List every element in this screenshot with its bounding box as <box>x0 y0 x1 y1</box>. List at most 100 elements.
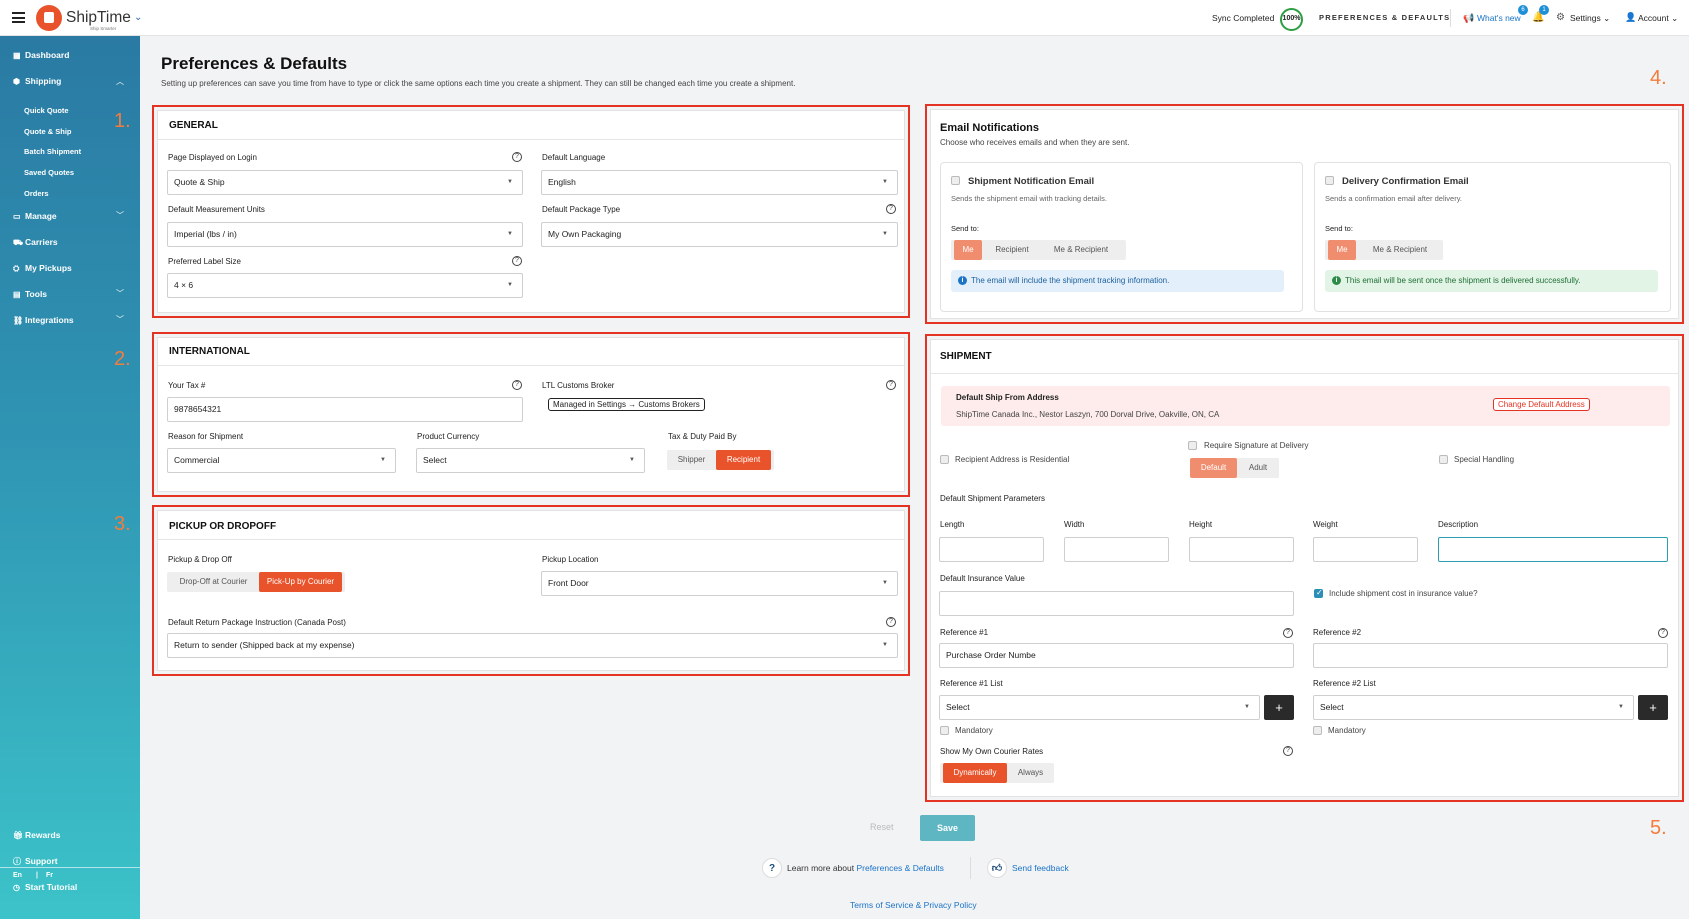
rates-always[interactable]: Always <box>1010 763 1051 783</box>
residential-checkbox[interactable] <box>940 455 949 464</box>
ref2-input[interactable] <box>1313 643 1668 668</box>
lang-fr[interactable]: Fr <box>46 872 53 879</box>
sidebar-item-shipping[interactable]: ⬢ Shipping <box>13 76 61 86</box>
sidebar-item-carriers[interactable]: ⛟ Carriers <box>13 237 58 248</box>
brand-name[interactable]: ShipTime <box>66 9 131 27</box>
sidebar-subitem-orders[interactable]: Orders <box>24 189 49 198</box>
currency-select[interactable]: Select ▼ <box>416 448 645 473</box>
annotation-3: 3. <box>114 513 131 535</box>
help-icon[interactable]: ? <box>886 204 896 214</box>
help-icon[interactable]: ? <box>512 380 522 390</box>
sidebar-subitem-saved-quotes[interactable]: Saved Quotes <box>24 168 74 177</box>
chevron-down-icon[interactable]: ﹀ <box>116 210 124 221</box>
ref1-list-select[interactable]: Select ▼ <box>939 695 1260 720</box>
units-select[interactable]: Imperial (lbs / in) ▼ <box>167 222 523 247</box>
sidebar-item-rewards[interactable]: 🎁︎ Rewards <box>13 830 60 840</box>
ref1-input[interactable]: Purchase Order Numbe <box>939 643 1294 668</box>
sidebar-item-start-tutorial[interactable]: ◷ Start Tutorial <box>13 882 77 892</box>
return-instruction-select[interactable]: Return to sender (Shipped back at my exp… <box>167 633 898 658</box>
sidebar-item-my-pickups[interactable]: ⛭ My Pickups <box>13 263 72 274</box>
signature-checkbox[interactable] <box>1188 441 1197 450</box>
sidebar-item-dashboard[interactable]: ▦ Dashboard <box>13 50 69 60</box>
help-icon[interactable]: ? <box>512 152 522 162</box>
insurance-input[interactable] <box>939 591 1294 616</box>
terms-link[interactable]: Terms of Service & Privacy Policy <box>850 900 977 910</box>
whats-new-link[interactable]: What's new <box>1477 13 1521 23</box>
sidebar-item-support[interactable]: ⓘ Support <box>13 856 58 867</box>
broker-settings-chip[interactable]: Managed in Settings → Customs Brokers <box>548 398 705 411</box>
chevron-down-icon[interactable]: ﹀ <box>116 314 124 325</box>
reason-select[interactable]: Commercial ▼ <box>167 448 396 473</box>
send-to-recipient[interactable]: Recipient <box>987 240 1037 260</box>
dropdown-caret-icon: ▼ <box>1618 704 1624 710</box>
truck-icon: ⛟ <box>13 238 24 247</box>
email-subtitle: Choose who receives emails and when they… <box>940 138 1130 147</box>
help-icon[interactable]: ? <box>1658 628 1668 638</box>
send-to-me-recipient[interactable]: Me & Recipient <box>1359 240 1441 260</box>
gear-icon[interactable]: ⚙ <box>1556 12 1565 23</box>
ref2-mandatory-checkbox[interactable] <box>1313 726 1322 735</box>
ref2-list-select[interactable]: Select ▼ <box>1313 695 1634 720</box>
delivery-email-info: i This email will be sent once the shipme… <box>1325 270 1658 292</box>
shiptime-logo[interactable] <box>36 5 62 31</box>
width-input[interactable] <box>1064 537 1169 562</box>
sidebar-item-tools[interactable]: ▤ Tools <box>13 289 47 299</box>
ref1-mandatory-checkbox[interactable] <box>940 726 949 735</box>
change-address-button[interactable]: Change Default Address <box>1493 398 1590 411</box>
special-handling-checkbox[interactable] <box>1439 455 1448 464</box>
tax-label: Your Tax # <box>168 381 206 390</box>
help-icon[interactable]: ? <box>1283 746 1293 756</box>
chevron-down-icon[interactable]: ﹀ <box>116 288 124 299</box>
chevron-up-icon[interactable]: ︿ <box>116 76 124 87</box>
card-header: SHIPMENT <box>931 340 1678 374</box>
ref2-list-label: Reference #2 List <box>1313 679 1376 688</box>
label-size-select[interactable]: 4 × 6 ▼ <box>167 273 523 298</box>
settings-menu[interactable]: Settings ⌄ <box>1570 13 1610 24</box>
user-icon[interactable]: 👤 <box>1625 12 1636 23</box>
option-pick-up[interactable]: Pick-Up by Courier <box>259 572 342 592</box>
height-input[interactable] <box>1189 537 1294 562</box>
pickup-location-select[interactable]: Front Door ▼ <box>541 571 898 596</box>
weight-input[interactable] <box>1313 537 1418 562</box>
include-cost-checkbox[interactable] <box>1314 588 1323 598</box>
help-icon[interactable]: ? <box>1283 628 1293 638</box>
sidebar-subitem-batch-shipment[interactable]: Batch Shipment <box>24 147 81 156</box>
page-login-select[interactable]: Quote & Ship ▼ <box>167 170 523 195</box>
description-input[interactable] <box>1438 537 1668 562</box>
help-icon[interactable]: ? <box>886 380 896 390</box>
annotation-5: 5. <box>1650 817 1667 839</box>
lang-en[interactable]: En <box>13 872 22 879</box>
sidebar-subitem-quote-ship[interactable]: Quote & Ship <box>24 127 72 136</box>
signature-adult[interactable]: Adult <box>1240 458 1276 478</box>
learn-more-link[interactable]: Preferences & Defaults <box>856 863 943 873</box>
delivery-email-checkbox[interactable] <box>1325 176 1334 185</box>
account-menu[interactable]: Account ⌄ <box>1638 13 1678 24</box>
option-drop-off[interactable]: Drop-Off at Courier <box>170 572 257 592</box>
send-to-me[interactable]: Me <box>954 240 982 260</box>
duty-option-recipient[interactable]: Recipient <box>716 450 771 470</box>
help-icon[interactable]: ? <box>886 617 896 627</box>
signature-default[interactable]: Default <box>1190 458 1237 478</box>
rates-dynamically[interactable]: Dynamically <box>943 763 1007 783</box>
add-ref1-button[interactable]: + <box>1264 695 1294 720</box>
sidebar-item-integrations[interactable]: ⛓ Integrations <box>13 315 74 325</box>
package-type-select[interactable]: My Own Packaging ▼ <box>541 222 898 247</box>
send-to-me-recipient[interactable]: Me & Recipient <box>1039 240 1123 260</box>
chevron-down-icon[interactable]: ⌄ <box>134 12 142 23</box>
send-feedback-link[interactable]: Send feedback <box>1012 863 1069 873</box>
tax-input[interactable]: 9878654321 <box>167 397 523 422</box>
shipment-email-checkbox[interactable] <box>951 176 960 185</box>
add-ref2-button[interactable]: + <box>1638 695 1668 720</box>
preferences-link[interactable]: PREFERENCES & DEFAULTS <box>1319 13 1450 22</box>
menu-icon[interactable] <box>12 12 25 23</box>
save-button[interactable]: Save <box>920 815 975 841</box>
send-to-me[interactable]: Me <box>1328 240 1356 260</box>
sidebar-subitem-quick-quote[interactable]: Quick Quote <box>24 106 69 115</box>
duty-option-shipper[interactable]: Shipper <box>670 450 713 470</box>
help-icon[interactable]: ? <box>512 256 522 266</box>
length-input[interactable] <box>939 537 1044 562</box>
rates-toggle: Dynamically Always <box>940 763 1054 783</box>
sidebar-item-manage[interactable]: ▭ Manage <box>13 211 57 221</box>
language-select[interactable]: English ▼ <box>541 170 898 195</box>
reset-button[interactable]: Reset <box>870 822 894 832</box>
